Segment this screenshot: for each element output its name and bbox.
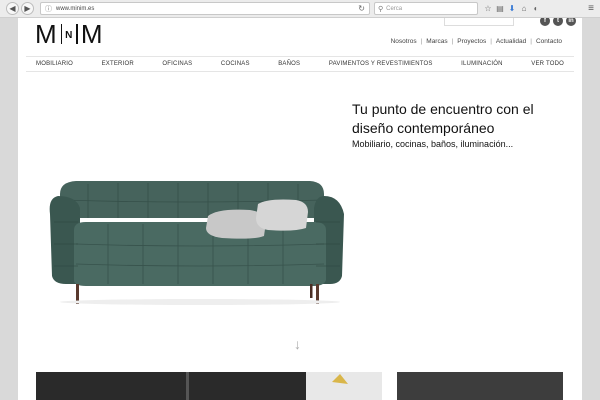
logo-letter-left: M xyxy=(35,19,58,49)
hero-subtitle: Mobiliario, cocinas, baños, iluminación.… xyxy=(352,139,514,149)
category-banos[interactable]: BAÑOS xyxy=(278,61,300,67)
browser-search-placeholder: Cerca xyxy=(386,5,403,12)
hamburger-menu-icon[interactable]: ≡ xyxy=(588,3,594,14)
category-ver-todo[interactable]: VER TODO xyxy=(531,61,564,67)
logo-divider xyxy=(60,24,63,44)
reading-list-icon[interactable]: ▤ xyxy=(494,4,506,13)
nav-separator: | xyxy=(451,38,454,45)
nav-separator: | xyxy=(530,38,532,45)
back-button[interactable]: ◀ xyxy=(6,2,19,15)
search-icon: ⚲ xyxy=(378,5,384,13)
address-bar[interactable]: ⓘ www.minim.es ↻ xyxy=(40,2,370,15)
extension-icon[interactable]: ◐ xyxy=(530,4,542,13)
address-text: www.minim.es xyxy=(56,5,95,12)
nav-link-actualidad[interactable]: Actualidad xyxy=(496,38,526,45)
nav-link-nosotros[interactable]: Nosotros xyxy=(391,38,417,45)
webpage: M N M f t in Nosotros | Marcas | Proyect… xyxy=(18,18,582,400)
category-pavimentos[interactable]: PAVIMENTOS Y REVESTIMIENTOS xyxy=(329,61,433,67)
site-logo[interactable]: M N M xyxy=(35,19,104,49)
forward-button[interactable]: ▶ xyxy=(21,2,34,15)
nav-link-proyectos[interactable]: Proyectos xyxy=(457,38,486,45)
featured-tile-right[interactable] xyxy=(397,372,563,400)
logo-letter-middle: N xyxy=(65,29,74,41)
twitter-icon[interactable]: t xyxy=(553,18,563,26)
category-mobiliario[interactable]: MOBILIARIO xyxy=(36,61,73,67)
site-search-input[interactable] xyxy=(444,18,514,26)
nav-link-marcas[interactable]: Marcas xyxy=(426,38,447,45)
home-icon[interactable]: ⌂ xyxy=(518,4,530,13)
category-exterior[interactable]: EXTERIOR xyxy=(102,61,134,67)
social-links: f t in xyxy=(540,18,576,26)
category-cocinas[interactable]: COCINAS xyxy=(221,61,250,67)
linkedin-icon[interactable]: in xyxy=(566,18,576,26)
category-navigation: MOBILIARIO EXTERIOR OFICINAS COCINAS BAÑ… xyxy=(26,56,574,72)
category-oficinas[interactable]: OFICINAS xyxy=(162,61,192,67)
lamp-image xyxy=(186,372,382,400)
browser-search-bar[interactable]: ⚲ Cerca xyxy=(374,2,478,15)
top-navigation: Nosotros | Marcas | Proyectos | Actualid… xyxy=(391,38,562,45)
logo-letter-right: M xyxy=(80,19,104,49)
hero-title: Tu punto de encuentro con el diseño cont… xyxy=(352,101,534,136)
reload-icon[interactable]: ↻ xyxy=(358,4,365,13)
nav-separator: | xyxy=(420,38,423,45)
browser-toolbar: ◀ ▶ ⓘ www.minim.es ↻ ⚲ Cerca ☆ ▤ ⬇ ⌂ ◐ ≡ xyxy=(0,0,600,18)
info-icon[interactable]: ⓘ xyxy=(45,4,52,14)
logo-divider xyxy=(76,24,78,44)
nav-separator: | xyxy=(490,38,492,45)
bookmark-star-icon[interactable]: ☆ xyxy=(482,4,494,13)
facebook-icon[interactable]: f xyxy=(540,18,550,26)
nav-link-contacto[interactable]: Contacto xyxy=(536,38,562,45)
featured-tile-left[interactable] xyxy=(36,372,382,400)
category-iluminacion[interactable]: ILUMINACIÓN xyxy=(461,61,503,67)
downloads-icon[interactable]: ⬇ xyxy=(506,4,518,13)
scroll-down-arrow-icon[interactable]: ↓ xyxy=(294,336,301,352)
